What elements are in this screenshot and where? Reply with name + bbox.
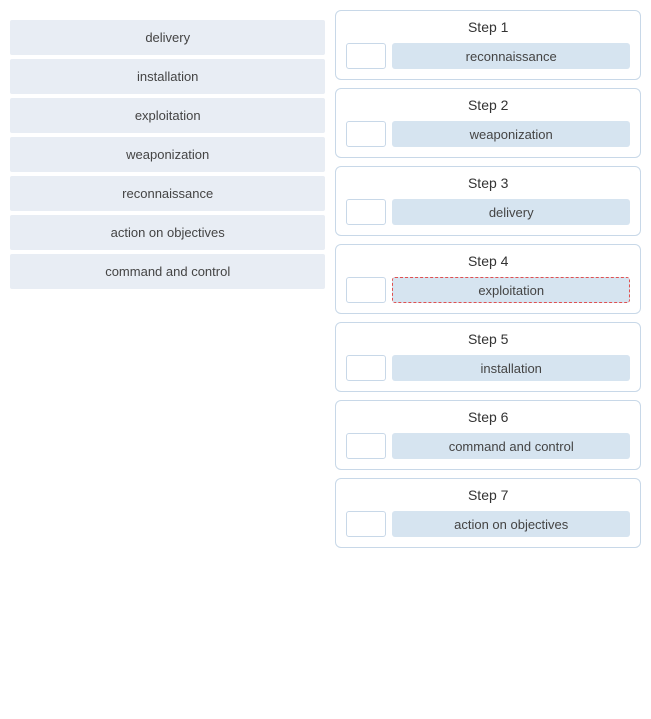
answer-blank-4[interactable]: [346, 277, 386, 303]
left-item-action-on-objectives[interactable]: action on objectives: [10, 215, 325, 250]
right-column: Step 1reconnaissanceStep 2weaponizationS…: [335, 10, 641, 709]
step-answer-row-5: installation: [346, 355, 630, 381]
step-title-7: Step 7: [346, 487, 630, 503]
left-item-command-and-control[interactable]: command and control: [10, 254, 325, 289]
step-answer-row-7: action on objectives: [346, 511, 630, 537]
answer-filled-1: reconnaissance: [392, 43, 630, 69]
left-item-delivery[interactable]: delivery: [10, 20, 325, 55]
step-box-3: Step 3 delivery: [335, 166, 641, 236]
answer-blank-3[interactable]: [346, 199, 386, 225]
left-item-weaponization[interactable]: weaponization: [10, 137, 325, 172]
answer-blank-6[interactable]: [346, 433, 386, 459]
step-title-2: Step 2: [346, 97, 630, 113]
answer-blank-2[interactable]: [346, 121, 386, 147]
step-title-4: Step 4: [346, 253, 630, 269]
step-title-6: Step 6: [346, 409, 630, 425]
step-box-2: Step 2 weaponization: [335, 88, 641, 158]
step-box-7: Step 7 action on objectives: [335, 478, 641, 548]
step-answer-row-4: exploitation: [346, 277, 630, 303]
answer-filled-4: exploitation: [392, 277, 630, 303]
step-title-5: Step 5: [346, 331, 630, 347]
left-item-exploitation[interactable]: exploitation: [10, 98, 325, 133]
step-box-4: Step 4 exploitation: [335, 244, 641, 314]
step-answer-row-1: reconnaissance: [346, 43, 630, 69]
answer-blank-5[interactable]: [346, 355, 386, 381]
step-box-5: Step 5 installation: [335, 322, 641, 392]
answer-filled-5: installation: [392, 355, 630, 381]
left-item-reconnaissance[interactable]: reconnaissance: [10, 176, 325, 211]
step-answer-row-6: command and control: [346, 433, 630, 459]
step-answer-row-3: delivery: [346, 199, 630, 225]
left-column: delivery installation exploitation weaponiz…: [10, 10, 325, 709]
answer-blank-1[interactable]: [346, 43, 386, 69]
answer-filled-3: delivery: [392, 199, 630, 225]
step-title-3: Step 3: [346, 175, 630, 191]
step-box-6: Step 6 command and control: [335, 400, 641, 470]
answer-blank-7[interactable]: [346, 511, 386, 537]
left-item-installation[interactable]: installation: [10, 59, 325, 94]
answer-filled-2: weaponization: [392, 121, 630, 147]
answer-filled-7: action on objectives: [392, 511, 630, 537]
step-box-1: Step 1 reconnaissance: [335, 10, 641, 80]
answer-filled-6: command and control: [392, 433, 630, 459]
step-answer-row-2: weaponization: [346, 121, 630, 147]
main-container: delivery installation exploitation weaponiz…: [0, 0, 651, 719]
step-title-1: Step 1: [346, 19, 630, 35]
